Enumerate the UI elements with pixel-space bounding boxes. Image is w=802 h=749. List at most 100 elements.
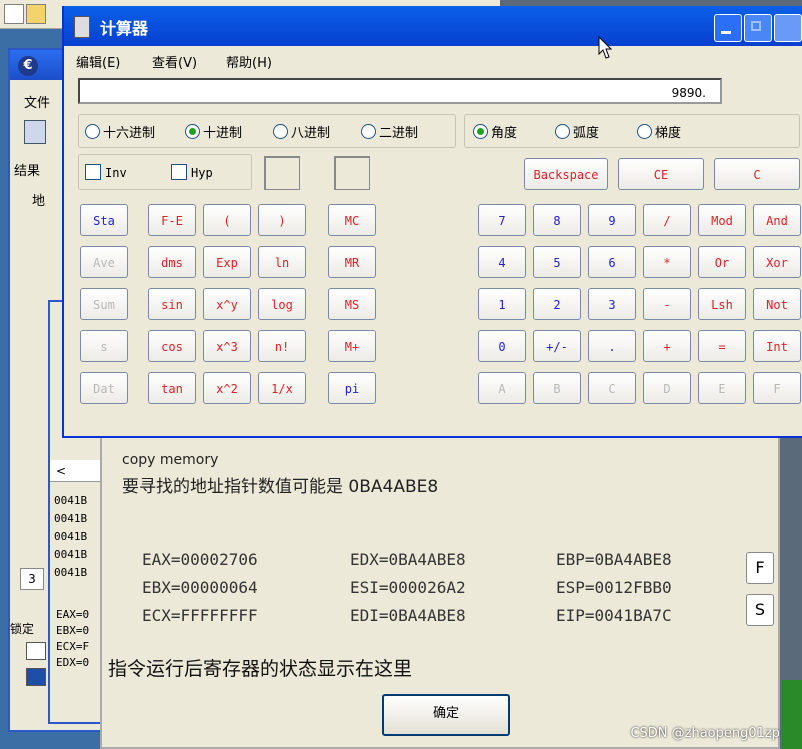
num-key-1-3[interactable]: * <box>643 246 691 278</box>
list-item[interactable]: 0041B <box>50 528 106 546</box>
num-key-0-3[interactable]: / <box>643 204 691 236</box>
clear-entry-button[interactable]: CE <box>618 158 704 190</box>
sci-key-0-2[interactable]: ) <box>258 204 306 236</box>
list-checkbox[interactable] <box>26 642 46 660</box>
sci-key-4-0[interactable]: tan <box>148 372 196 404</box>
radio-radians[interactable]: 弧度 <box>555 122 599 141</box>
radio-hex[interactable]: 十六进制 <box>85 122 155 141</box>
list-item[interactable]: 0041B <box>50 510 106 528</box>
sci-key-4-1[interactable]: x^2 <box>203 372 251 404</box>
close-button[interactable] <box>774 14 802 42</box>
register-list: EAX=0 EBX=0 ECX=F EDX=0 <box>52 607 106 671</box>
register-eax: EAX=00002706 <box>142 550 258 569</box>
num-key-1-4[interactable]: Or <box>698 246 746 278</box>
list-item[interactable]: 0041B <box>50 492 106 510</box>
f-button[interactable]: F <box>746 552 774 584</box>
num-key-1-0[interactable]: 4 <box>478 246 526 278</box>
stat-key-2[interactable]: Sum <box>80 288 128 320</box>
num-key-4-0[interactable]: A <box>478 372 526 404</box>
menu-file[interactable]: 文件 <box>24 92 50 111</box>
sci-key-2-0[interactable]: sin <box>148 288 196 320</box>
menu-edit[interactable]: 编辑(E) <box>76 52 120 71</box>
stat-key-3[interactable]: s <box>80 330 128 362</box>
sci-key-4-2[interactable]: 1/x <box>258 372 306 404</box>
radio-bin[interactable]: 二进制 <box>361 122 418 141</box>
copy-memory-dialog: copy memory 要寻找的地址指针数值可能是 0BA4ABE8 EAX=0… <box>100 430 780 749</box>
sci-key-0-0[interactable]: F-E <box>148 204 196 236</box>
menu-help[interactable]: 帮助(H) <box>226 52 272 71</box>
num-key-0-4[interactable]: Mod <box>698 204 746 236</box>
num-key-4-4[interactable]: E <box>698 372 746 404</box>
num-key-3-1[interactable]: +/- <box>533 330 581 362</box>
sci-key-2-1[interactable]: x^y <box>203 288 251 320</box>
num-key-2-0[interactable]: 1 <box>478 288 526 320</box>
num-key-0-5[interactable]: And <box>753 204 801 236</box>
num-key-4-3[interactable]: D <box>643 372 691 404</box>
num-key-1-2[interactable]: 6 <box>588 246 636 278</box>
num-key-2-4[interactable]: Lsh <box>698 288 746 320</box>
num-key-3-2[interactable]: . <box>588 330 636 362</box>
num-key-3-3[interactable]: + <box>643 330 691 362</box>
list-checkbox-selected[interactable] <box>26 668 46 686</box>
sci-key-1-1[interactable]: Exp <box>203 246 251 278</box>
radio-grads[interactable]: 梯度 <box>637 122 681 141</box>
memory-indicator <box>334 156 370 190</box>
register-esi: ESI=000026A2 <box>350 578 466 597</box>
list-item[interactable]: 0041B <box>50 546 106 564</box>
sci-key-1-0[interactable]: dms <box>148 246 196 278</box>
num-key-3-0[interactable]: 0 <box>478 330 526 362</box>
backspace-button[interactable]: Backspace <box>524 158 608 190</box>
radio-degrees[interactable]: 角度 <box>473 122 517 141</box>
calculator-titlebar: 计算器 <box>64 6 802 46</box>
num-key-4-5[interactable]: F <box>753 372 801 404</box>
memory-key-0[interactable]: MC <box>328 204 376 236</box>
list-item[interactable]: 0041B <box>50 564 106 582</box>
num-key-3-5[interactable]: Int <box>753 330 801 362</box>
num-key-2-5[interactable]: Not <box>753 288 801 320</box>
num-key-2-2[interactable]: 3 <box>588 288 636 320</box>
sci-key-3-2[interactable]: n! <box>258 330 306 362</box>
num-key-4-2[interactable]: C <box>588 372 636 404</box>
window-title: 计算器 <box>100 19 149 38</box>
memory-key-2[interactable]: MS <box>328 288 376 320</box>
num-key-1-1[interactable]: 5 <box>533 246 581 278</box>
radio-oct[interactable]: 八进制 <box>273 122 330 141</box>
num-key-2-1[interactable]: 2 <box>533 288 581 320</box>
num-key-0-2[interactable]: 9 <box>588 204 636 236</box>
sci-key-0-1[interactable]: ( <box>203 204 251 236</box>
open-folder-icon[interactable] <box>26 4 46 24</box>
radio-dec[interactable]: 十进制 <box>185 122 242 141</box>
memory-key-3[interactable]: M+ <box>328 330 376 362</box>
address-header: 地 <box>32 194 46 209</box>
num-key-4-1[interactable]: B <box>533 372 581 404</box>
num-key-0-1[interactable]: 8 <box>533 204 581 236</box>
minimize-button[interactable] <box>714 14 742 42</box>
scroll-left-icon[interactable]: < <box>50 460 106 482</box>
num-key-1-5[interactable]: Xor <box>753 246 801 278</box>
memory-key-1[interactable]: MR <box>328 246 376 278</box>
sci-key-1-2[interactable]: ln <box>258 246 306 278</box>
num-key-3-4[interactable]: = <box>698 330 746 362</box>
inv-checkbox[interactable]: Inv <box>85 164 127 180</box>
register-ecx: ECX=FFFFFFFF <box>142 606 258 625</box>
sci-key-3-1[interactable]: x^3 <box>203 330 251 362</box>
locked-label: 锁定 <box>10 622 35 636</box>
small-button[interactable]: 3 <box>20 568 44 590</box>
ok-button[interactable]: 确定 <box>382 694 510 736</box>
sci-key-2-2[interactable]: log <box>258 288 306 320</box>
stat-key-1[interactable]: Ave <box>80 246 128 278</box>
maximize-button[interactable] <box>744 14 772 42</box>
new-file-icon[interactable] <box>4 4 24 24</box>
menu-view[interactable]: 查看(V) <box>152 52 197 71</box>
clear-button[interactable]: C <box>714 158 800 190</box>
process-icon[interactable] <box>24 120 46 144</box>
hyp-checkbox[interactable]: Hyp <box>171 164 213 180</box>
sci-key-3-0[interactable]: cos <box>148 330 196 362</box>
num-key-0-0[interactable]: 7 <box>478 204 526 236</box>
memory-key-4[interactable]: pi <box>328 372 376 404</box>
stat-key-4[interactable]: Dat <box>80 372 128 404</box>
s-button[interactable]: S <box>746 594 774 626</box>
num-key-2-3[interactable]: - <box>643 288 691 320</box>
radio-hex-dot <box>85 124 100 139</box>
stat-key-0[interactable]: Sta <box>80 204 128 236</box>
